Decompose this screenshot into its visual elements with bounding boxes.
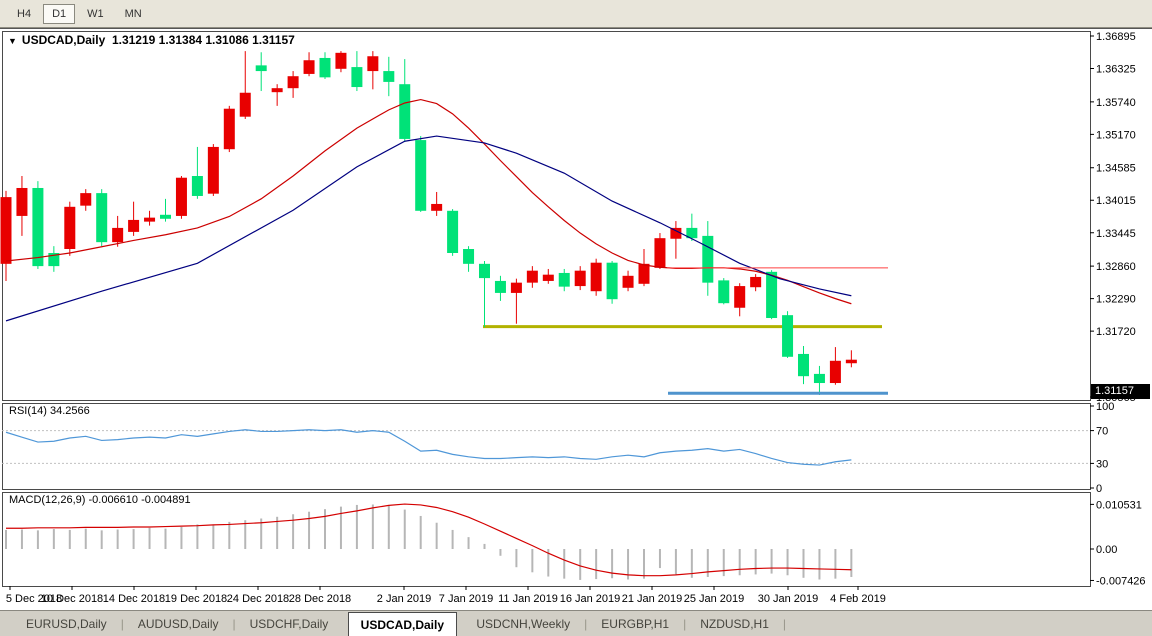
timeframe-button-d1[interactable]: D1 <box>43 4 75 24</box>
timeframe-toolbar: H4 D1 W1 MN <box>0 0 1152 28</box>
tab-usdcad-daily[interactable]: USDCAD,Daily <box>348 612 457 636</box>
chart-ohlc-values: 1.31219 1.31384 1.31086 1.31157 <box>112 33 295 47</box>
svg-text:0: 0 <box>1096 483 1102 495</box>
tab-separator: | <box>119 611 126 636</box>
chart-symbol-label: USDCAD,Daily <box>22 33 105 47</box>
rsi-name: RSI(14) <box>9 405 47 417</box>
collapse-arrow-icon[interactable]: ▼ <box>8 36 17 46</box>
svg-text:1.36895: 1.36895 <box>1096 31 1136 43</box>
chart-title: ▼ USDCAD,Daily 1.31219 1.31384 1.31086 1.… <box>8 33 295 47</box>
svg-text:21 Jan 2019: 21 Jan 2019 <box>622 593 683 605</box>
svg-text:28 Dec 2018: 28 Dec 2018 <box>289 593 351 605</box>
svg-text:1.32290: 1.32290 <box>1096 294 1136 306</box>
svg-text:7 Jan 2019: 7 Jan 2019 <box>439 593 493 605</box>
svg-text:-0.007426: -0.007426 <box>1096 575 1146 587</box>
svg-text:24 Dec 2018: 24 Dec 2018 <box>227 593 289 605</box>
svg-text:1.32860: 1.32860 <box>1096 261 1136 273</box>
svg-text:0.010531: 0.010531 <box>1096 499 1142 511</box>
tab-nzdusd-h1[interactable]: NZDUSD,H1 <box>688 611 781 636</box>
svg-text:1.36325: 1.36325 <box>1096 64 1136 76</box>
svg-text:0.00: 0.00 <box>1096 544 1117 556</box>
svg-text:30: 30 <box>1096 458 1108 470</box>
timeframe-button-mn[interactable]: MN <box>116 4 151 24</box>
tab-usdchf-daily[interactable]: USDCHF,Daily <box>238 611 341 636</box>
svg-text:70: 70 <box>1096 426 1108 438</box>
svg-text:16 Jan 2019: 16 Jan 2019 <box>560 593 621 605</box>
tab-eurgbp-h1[interactable]: EURGBP,H1 <box>589 611 681 636</box>
tab-separator: | <box>582 611 589 636</box>
tab-separator: | <box>231 611 238 636</box>
svg-text:11 Jan 2019: 11 Jan 2019 <box>498 593 558 605</box>
svg-text:10 Dec 2018: 10 Dec 2018 <box>41 593 103 605</box>
svg-text:19 Dec 2018: 19 Dec 2018 <box>165 593 227 605</box>
timeframe-button-h4[interactable]: H4 <box>8 4 40 24</box>
rsi-value: 34.2566 <box>50 405 90 417</box>
svg-text:100: 100 <box>1096 401 1114 413</box>
symbol-tabbar: EURUSD,Daily | AUDUSD,Daily | USDCHF,Dai… <box>0 610 1152 636</box>
macd-name: MACD(12,26,9) <box>9 494 85 506</box>
rsi-indicator-label: RSI(14) 34.2566 <box>9 405 90 417</box>
svg-text:25 Jan 2019: 25 Jan 2019 <box>684 593 745 605</box>
svg-text:1.33445: 1.33445 <box>1096 228 1136 240</box>
timeframe-button-w1[interactable]: W1 <box>78 4 113 24</box>
macd-main-value: -0.006610 <box>88 494 138 506</box>
svg-text:1.34585: 1.34585 <box>1096 163 1136 175</box>
tab-separator: | <box>781 611 788 636</box>
tab-eurusd-daily[interactable]: EURUSD,Daily <box>14 611 119 636</box>
svg-text:2 Jan 2019: 2 Jan 2019 <box>377 593 431 605</box>
svg-text:1.35170: 1.35170 <box>1096 129 1136 141</box>
chart-canvas[interactable]: 1.36895 1.36325 1.35740 1.35170 1.34585 1.340… <box>0 29 1152 611</box>
tab-audusd-daily[interactable]: AUDUSD,Daily <box>126 611 231 636</box>
svg-text:14 Dec 2018: 14 Dec 2018 <box>103 593 165 605</box>
svg-text:1.31720: 1.31720 <box>1096 326 1136 338</box>
svg-text:30 Jan 2019: 30 Jan 2019 <box>758 593 819 605</box>
current-price-tag: 1.31157 <box>1091 384 1150 399</box>
macd-signal-value: -0.004891 <box>141 494 191 506</box>
svg-text:1.34015: 1.34015 <box>1096 195 1136 207</box>
mt4-window: { "toolbar": { "buttons": [ {"label":"H4… <box>0 0 1152 636</box>
tab-separator: | <box>681 611 688 636</box>
svg-text:1.35740: 1.35740 <box>1096 97 1136 109</box>
macd-indicator-label: MACD(12,26,9) -0.006610 -0.004891 <box>9 494 191 506</box>
chart-window: 1.36895 1.36325 1.35740 1.35170 1.34585 1.340… <box>0 28 1152 610</box>
svg-text:4 Feb 2019: 4 Feb 2019 <box>830 593 886 605</box>
tab-usdcnh-weekly[interactable]: USDCNH,Weekly <box>464 611 582 636</box>
tab-separator <box>457 611 464 636</box>
tab-separator <box>340 611 347 636</box>
